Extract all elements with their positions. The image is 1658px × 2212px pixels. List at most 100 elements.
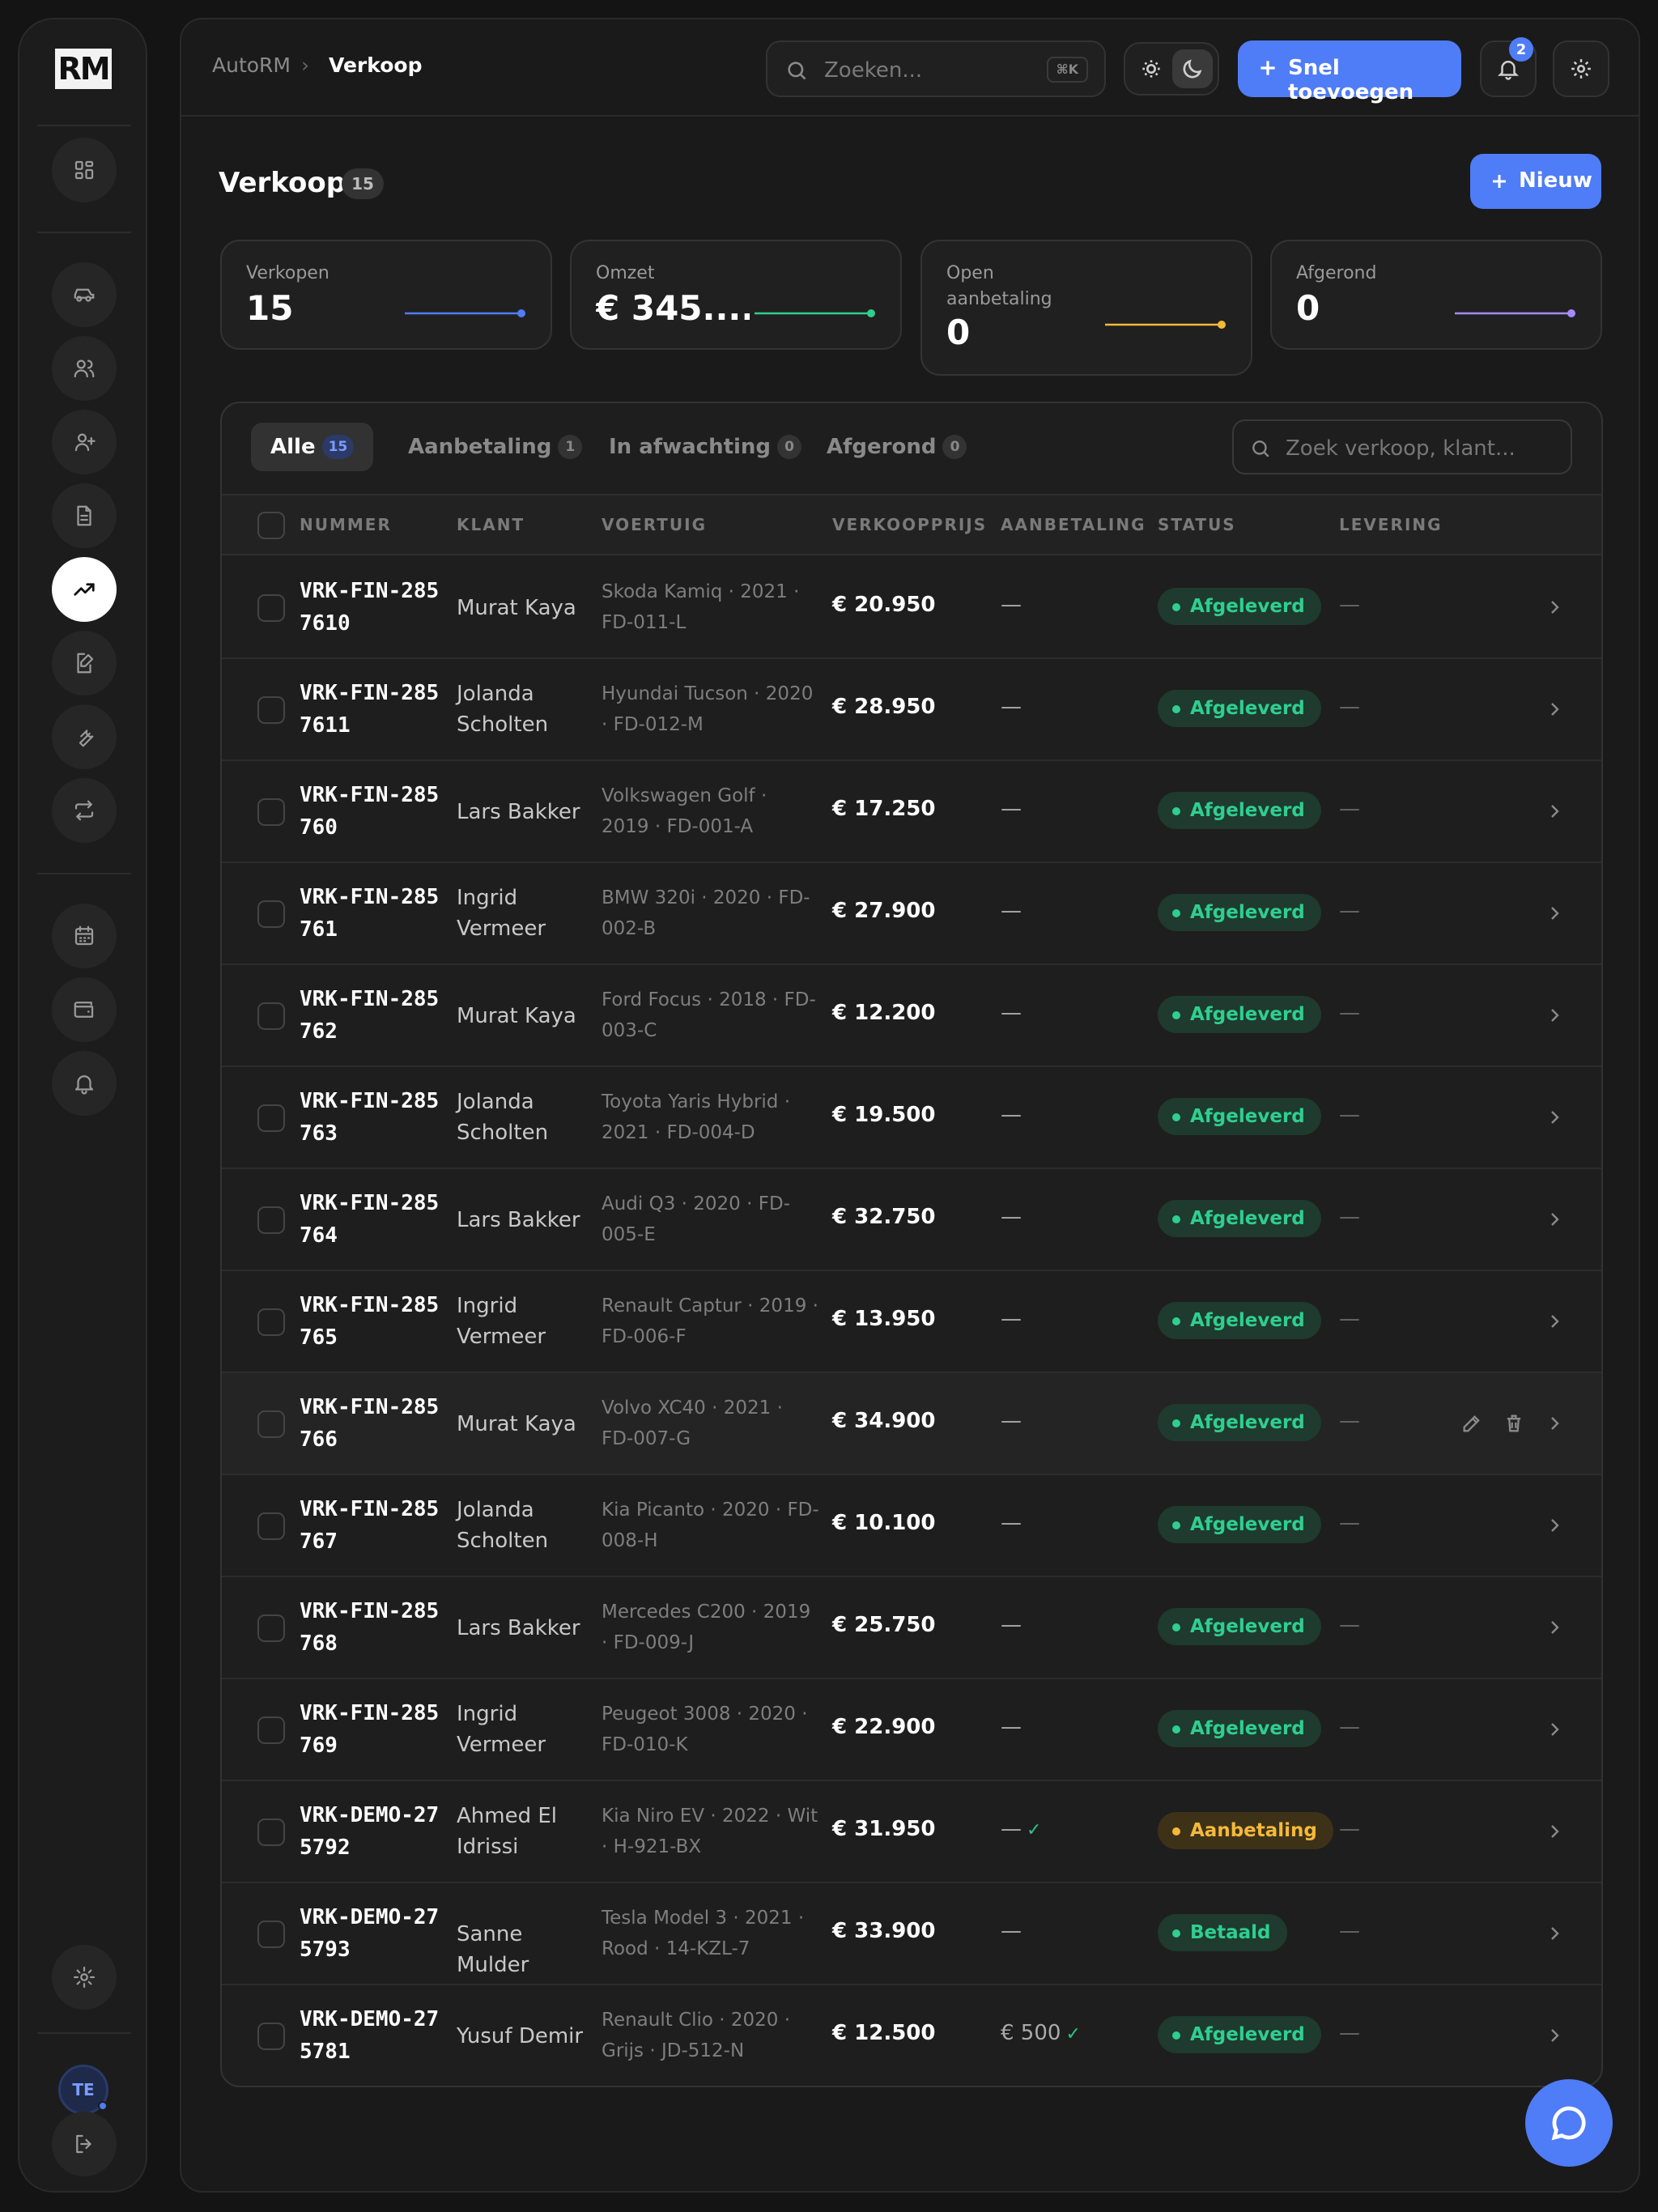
row-checkbox[interactable]	[257, 1002, 285, 1030]
column-header-verkoopprijs[interactable]: VERKOOPPRIJS	[832, 515, 987, 534]
table-row[interactable]: VRK-FIN-2857611 Jolanda Scholten Hyundai T…	[222, 659, 1601, 761]
sale-number[interactable]: VRK-DEMO-275781	[300, 2003, 445, 2068]
notifications-button[interactable]: 2	[1480, 37, 1537, 97]
customer-name[interactable]: Ahmed El Idrissi	[457, 1801, 594, 1862]
chevron-right-icon[interactable]	[1545, 802, 1564, 821]
table-row[interactable]: VRK-FIN-2857610 Murat Kaya Skoda Kamiq · 2…	[222, 557, 1601, 659]
sidebar-item-contracts[interactable]	[52, 631, 117, 696]
chevron-right-icon[interactable]	[1545, 1108, 1564, 1127]
row-checkbox[interactable]	[257, 1614, 285, 1642]
select-all-checkbox[interactable]	[257, 512, 285, 539]
sale-number[interactable]: VRK-DEMO-275792	[300, 1799, 445, 1864]
sidebar-item-workshop[interactable]	[52, 704, 117, 769]
table-row[interactable]: VRK-FIN-285762 Murat Kaya Ford Focus · 201…	[222, 965, 1601, 1067]
chevron-right-icon[interactable]	[1545, 1516, 1564, 1535]
row-checkbox[interactable]	[257, 798, 285, 826]
row-checkbox[interactable]	[257, 900, 285, 928]
chevron-right-icon[interactable]	[1545, 1720, 1564, 1739]
customer-name[interactable]: Murat Kaya	[457, 1001, 594, 1032]
row-checkbox[interactable]	[257, 1410, 285, 1438]
chevron-right-icon[interactable]	[1545, 1822, 1564, 1841]
row-checkbox[interactable]	[257, 1308, 285, 1336]
tab-in-afwachting[interactable]: In afwachting 0	[593, 423, 818, 471]
sale-number[interactable]: VRK-FIN-285765	[300, 1289, 445, 1354]
breadcrumb-root[interactable]: AutoRM	[212, 53, 291, 77]
row-checkbox[interactable]	[257, 2023, 285, 2050]
table-row[interactable]: VRK-DEMO-275793 Sanne Mulder Tesla Model 3…	[222, 1883, 1601, 1985]
avatar[interactable]: TE	[58, 2065, 108, 2115]
tab-aanbetaling[interactable]: Aanbetaling 1	[392, 423, 598, 471]
column-header-status[interactable]: STATUS	[1158, 515, 1236, 534]
global-search-input[interactable]: Zoeken... ⌘K	[766, 40, 1106, 97]
trash-icon[interactable]	[1503, 1412, 1525, 1435]
sidebar-item-dashboard[interactable]	[52, 138, 117, 202]
sale-number[interactable]: VRK-FIN-285764	[300, 1187, 445, 1252]
table-row[interactable]: VRK-FIN-285760 Lars Bakker Volkswagen Golf…	[222, 761, 1601, 863]
row-checkbox[interactable]	[257, 1716, 285, 1744]
table-row[interactable]: VRK-FIN-285769 Ingrid Vermeer Peugeot 3008…	[222, 1679, 1601, 1781]
sale-number[interactable]: VRK-FIN-285766	[300, 1391, 445, 1456]
customer-name[interactable]: Murat Kaya	[457, 1409, 594, 1440]
customer-name[interactable]: Jolanda Scholten	[457, 678, 594, 740]
chevron-right-icon[interactable]	[1545, 598, 1564, 617]
customer-name[interactable]: Sanne Mulder	[457, 1919, 594, 1980]
sidebar-item-tradein[interactable]	[52, 778, 117, 843]
table-search-input[interactable]: Zoek verkoop, klant...	[1232, 419, 1572, 474]
column-header-levering[interactable]: LEVERING	[1339, 515, 1443, 534]
chevron-right-icon[interactable]	[1545, 904, 1564, 923]
sidebar-item-customers[interactable]	[52, 336, 117, 401]
row-checkbox[interactable]	[257, 1921, 285, 1948]
sale-number[interactable]: VRK-FIN-285769	[300, 1697, 445, 1762]
row-checkbox[interactable]	[257, 696, 285, 724]
customer-name[interactable]: Ingrid Vermeer	[457, 1291, 594, 1352]
table-row[interactable]: VRK-FIN-285766 Murat Kaya Volvo XC40 · 202…	[222, 1373, 1601, 1475]
sale-number[interactable]: VRK-FIN-2857610	[300, 575, 445, 640]
chevron-right-icon[interactable]	[1545, 1924, 1564, 1943]
customer-name[interactable]: Jolanda Scholten	[457, 1495, 594, 1556]
sale-number[interactable]: VRK-FIN-285767	[300, 1493, 445, 1558]
chat-button[interactable]	[1525, 2079, 1613, 2167]
customer-name[interactable]: Murat Kaya	[457, 593, 594, 623]
sidebar-item-settings[interactable]	[52, 1945, 117, 2010]
edit-icon[interactable]	[1460, 1412, 1483, 1435]
sun-icon[interactable]	[1138, 56, 1164, 82]
table-row[interactable]: VRK-DEMO-275792 Ahmed El Idrissi Kia Niro …	[222, 1781, 1601, 1883]
dark-mode-option[interactable]	[1172, 49, 1213, 88]
table-row[interactable]: VRK-FIN-285761 Ingrid Vermeer BMW 320i · 2…	[222, 863, 1601, 965]
chevron-right-icon[interactable]	[1545, 1312, 1564, 1331]
settings-button[interactable]	[1553, 40, 1609, 97]
customer-name[interactable]: Lars Bakker	[457, 797, 594, 827]
customer-name[interactable]: Lars Bakker	[457, 1613, 594, 1644]
sidebar-item-sales[interactable]	[52, 557, 117, 622]
sale-number[interactable]: VRK-DEMO-275793	[300, 1901, 445, 1966]
chevron-right-icon[interactable]	[1545, 1006, 1564, 1025]
new-sale-button[interactable]: Nieuw	[1470, 154, 1601, 209]
sale-number[interactable]: VRK-FIN-285768	[300, 1595, 445, 1660]
row-checkbox[interactable]	[257, 594, 285, 622]
column-header-klant[interactable]: KLANT	[457, 515, 525, 534]
table-row[interactable]: VRK-FIN-285764 Lars Bakker Audi Q3 · 2020 …	[222, 1169, 1601, 1271]
logout-button[interactable]	[52, 2112, 117, 2176]
row-checkbox[interactable]	[257, 1104, 285, 1132]
sale-number[interactable]: VRK-FIN-285762	[300, 983, 445, 1048]
column-header-aanbetaling[interactable]: AANBETALING	[1001, 515, 1146, 534]
sidebar-item-leads[interactable]	[52, 410, 117, 474]
customer-name[interactable]: Jolanda Scholten	[457, 1087, 594, 1148]
customer-name[interactable]: Ingrid Vermeer	[457, 1699, 594, 1760]
sidebar-item-wallet[interactable]	[52, 977, 117, 1042]
tab-afgerond[interactable]: Afgerond 0	[810, 423, 983, 471]
app-logo[interactable]: RM	[55, 49, 112, 89]
column-header-nummer[interactable]: NUMMER	[300, 515, 392, 534]
table-row[interactable]: VRK-FIN-285763 Jolanda Scholten Toyota Yar…	[222, 1067, 1601, 1169]
chevron-right-icon[interactable]	[1545, 2026, 1564, 2045]
sale-number[interactable]: VRK-FIN-2857611	[300, 677, 445, 742]
sidebar-item-calendar[interactable]	[52, 904, 117, 968]
chevron-right-icon[interactable]	[1545, 700, 1564, 719]
table-row[interactable]: VRK-FIN-285765 Ingrid Vermeer Renault Capt…	[222, 1271, 1601, 1373]
sale-number[interactable]: VRK-FIN-285763	[300, 1085, 445, 1150]
sale-number[interactable]: VRK-FIN-285760	[300, 779, 445, 844]
chevron-right-icon[interactable]	[1545, 1618, 1564, 1637]
row-checkbox[interactable]	[257, 1512, 285, 1540]
table-row[interactable]: VRK-DEMO-275781 Yusuf Demir Renault Clio ·…	[222, 1985, 1601, 2086]
chevron-right-icon[interactable]	[1545, 1210, 1564, 1229]
